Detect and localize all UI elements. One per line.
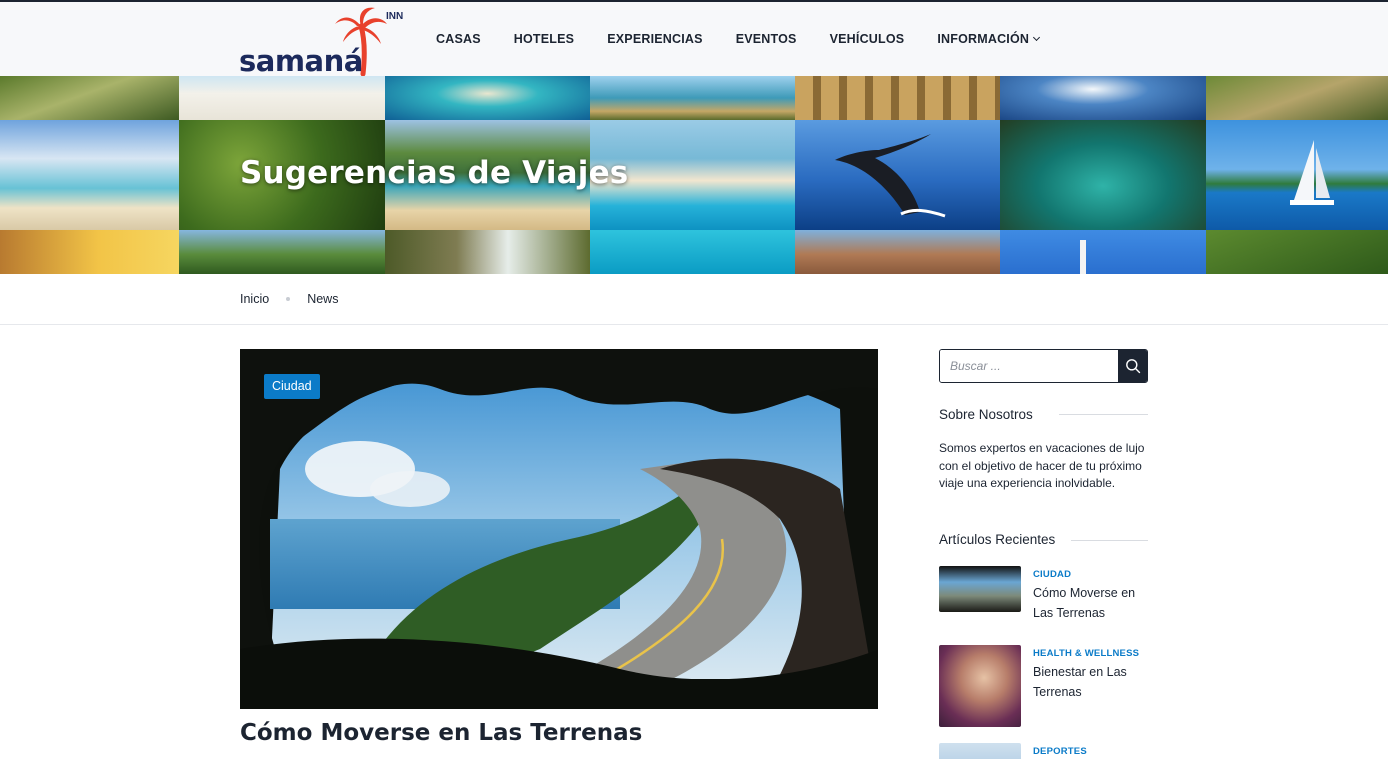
recent-widget-title: Artículos Recientes [939, 532, 1056, 547]
hero-photo-palm-beach [0, 120, 179, 230]
hero-photo-couple-sunset [0, 230, 179, 274]
breadcrumb: Inicio News [240, 292, 338, 306]
search-button[interactable] [1118, 350, 1147, 382]
hero-photo-waterfall [385, 230, 590, 274]
hero-photo-coast [590, 76, 795, 120]
hero-photo-cathedral [795, 230, 1000, 274]
site-logo[interactable]: INN samaná [239, 2, 409, 78]
hero-photo-jungle [0, 76, 179, 120]
breadcrumb-home[interactable]: Inicio [240, 292, 269, 306]
sailboat-icon [1290, 140, 1334, 205]
hero-photo-colonial-arches [795, 76, 1000, 120]
cave-road-photo [240, 349, 878, 709]
whale-icon [835, 134, 946, 218]
hero-photo-hills [179, 230, 385, 274]
hero-photo-river-rocks [1206, 76, 1388, 120]
main-nav: CASAS HOTELES EXPERIENCIAS EVENTOS VEHÍC… [436, 32, 1041, 46]
about-widget-title: Sobre Nosotros [939, 407, 1033, 422]
hero-photo-cenote [1000, 120, 1206, 230]
hero-photo-island-aerial [385, 76, 590, 120]
nav-item-experiencias[interactable]: EXPERIENCIAS [607, 32, 702, 46]
hero-photo-beach-chairs [179, 76, 385, 120]
chevron-down-icon [1033, 33, 1041, 42]
recent-article-category[interactable]: DEPORTES [1033, 746, 1087, 757]
hero-photo-catamaran [1206, 120, 1388, 230]
nav-item-informacion-label: INFORMACIÓN [937, 32, 1030, 46]
article-category-badge[interactable]: Ciudad [264, 374, 320, 399]
about-text: Somos expertos en vacaciones de lujo con… [939, 441, 1145, 490]
article-title[interactable]: Cómo Moverse en Las Terrenas [240, 720, 642, 746]
search-icon [1125, 359, 1140, 374]
breadcrumb-current: News [307, 292, 339, 306]
about-widget-rule [1059, 414, 1148, 415]
nav-item-eventos[interactable]: EVENTOS [736, 32, 797, 46]
logo-suffix: INN [386, 11, 404, 22]
search-input[interactable] [940, 350, 1118, 382]
nav-item-informacion[interactable]: INFORMACIÓN [937, 32, 1041, 46]
hero-photo-waterfall-sea [1000, 76, 1206, 120]
hero-photo-turquoise-water [590, 230, 795, 274]
recent-article-thumbnail[interactable] [939, 743, 1021, 759]
recent-article-title[interactable]: Bienestar en Las Terrenas [1033, 663, 1157, 702]
recent-widget-rule [1071, 540, 1148, 541]
hero-photo-forest [1206, 230, 1388, 274]
hero-photo-lighthouse [1000, 230, 1206, 274]
logo-wordmark: samaná [239, 44, 363, 78]
site-header: INN samaná CASAS HOTELES EXPERIENCIAS EV… [0, 0, 1388, 78]
recent-article-title[interactable]: Cómo Moverse en Las Terrenas [1033, 584, 1157, 623]
breadcrumb-separator [286, 297, 291, 301]
recent-article-thumbnail[interactable] [939, 566, 1021, 612]
hero-banner [0, 76, 1388, 274]
recent-article-thumbnail[interactable] [939, 645, 1021, 727]
search-form [939, 349, 1148, 383]
article-featured-image[interactable] [240, 349, 878, 709]
recent-article-category[interactable]: HEALTH & WELLNESS [1033, 648, 1139, 659]
nav-item-vehiculos[interactable]: VEHÍCULOS [830, 32, 905, 46]
hero-photo-whale [795, 120, 1000, 230]
recent-article-item: HEALTH & WELLNESS Bienestar en Las Terre… [939, 645, 1154, 727]
recent-article-category[interactable]: CIUDAD [1033, 569, 1071, 580]
recent-article-item: DEPORTES [939, 743, 1154, 759]
nav-item-casas[interactable]: CASAS [436, 32, 481, 46]
nav-item-hoteles[interactable]: HOTELES [514, 32, 574, 46]
hero-title: Sugerencias de Viajes [240, 155, 629, 191]
breadcrumb-divider [0, 324, 1388, 325]
recent-article-item: CIUDAD Cómo Moverse en Las Terrenas [939, 566, 1154, 648]
